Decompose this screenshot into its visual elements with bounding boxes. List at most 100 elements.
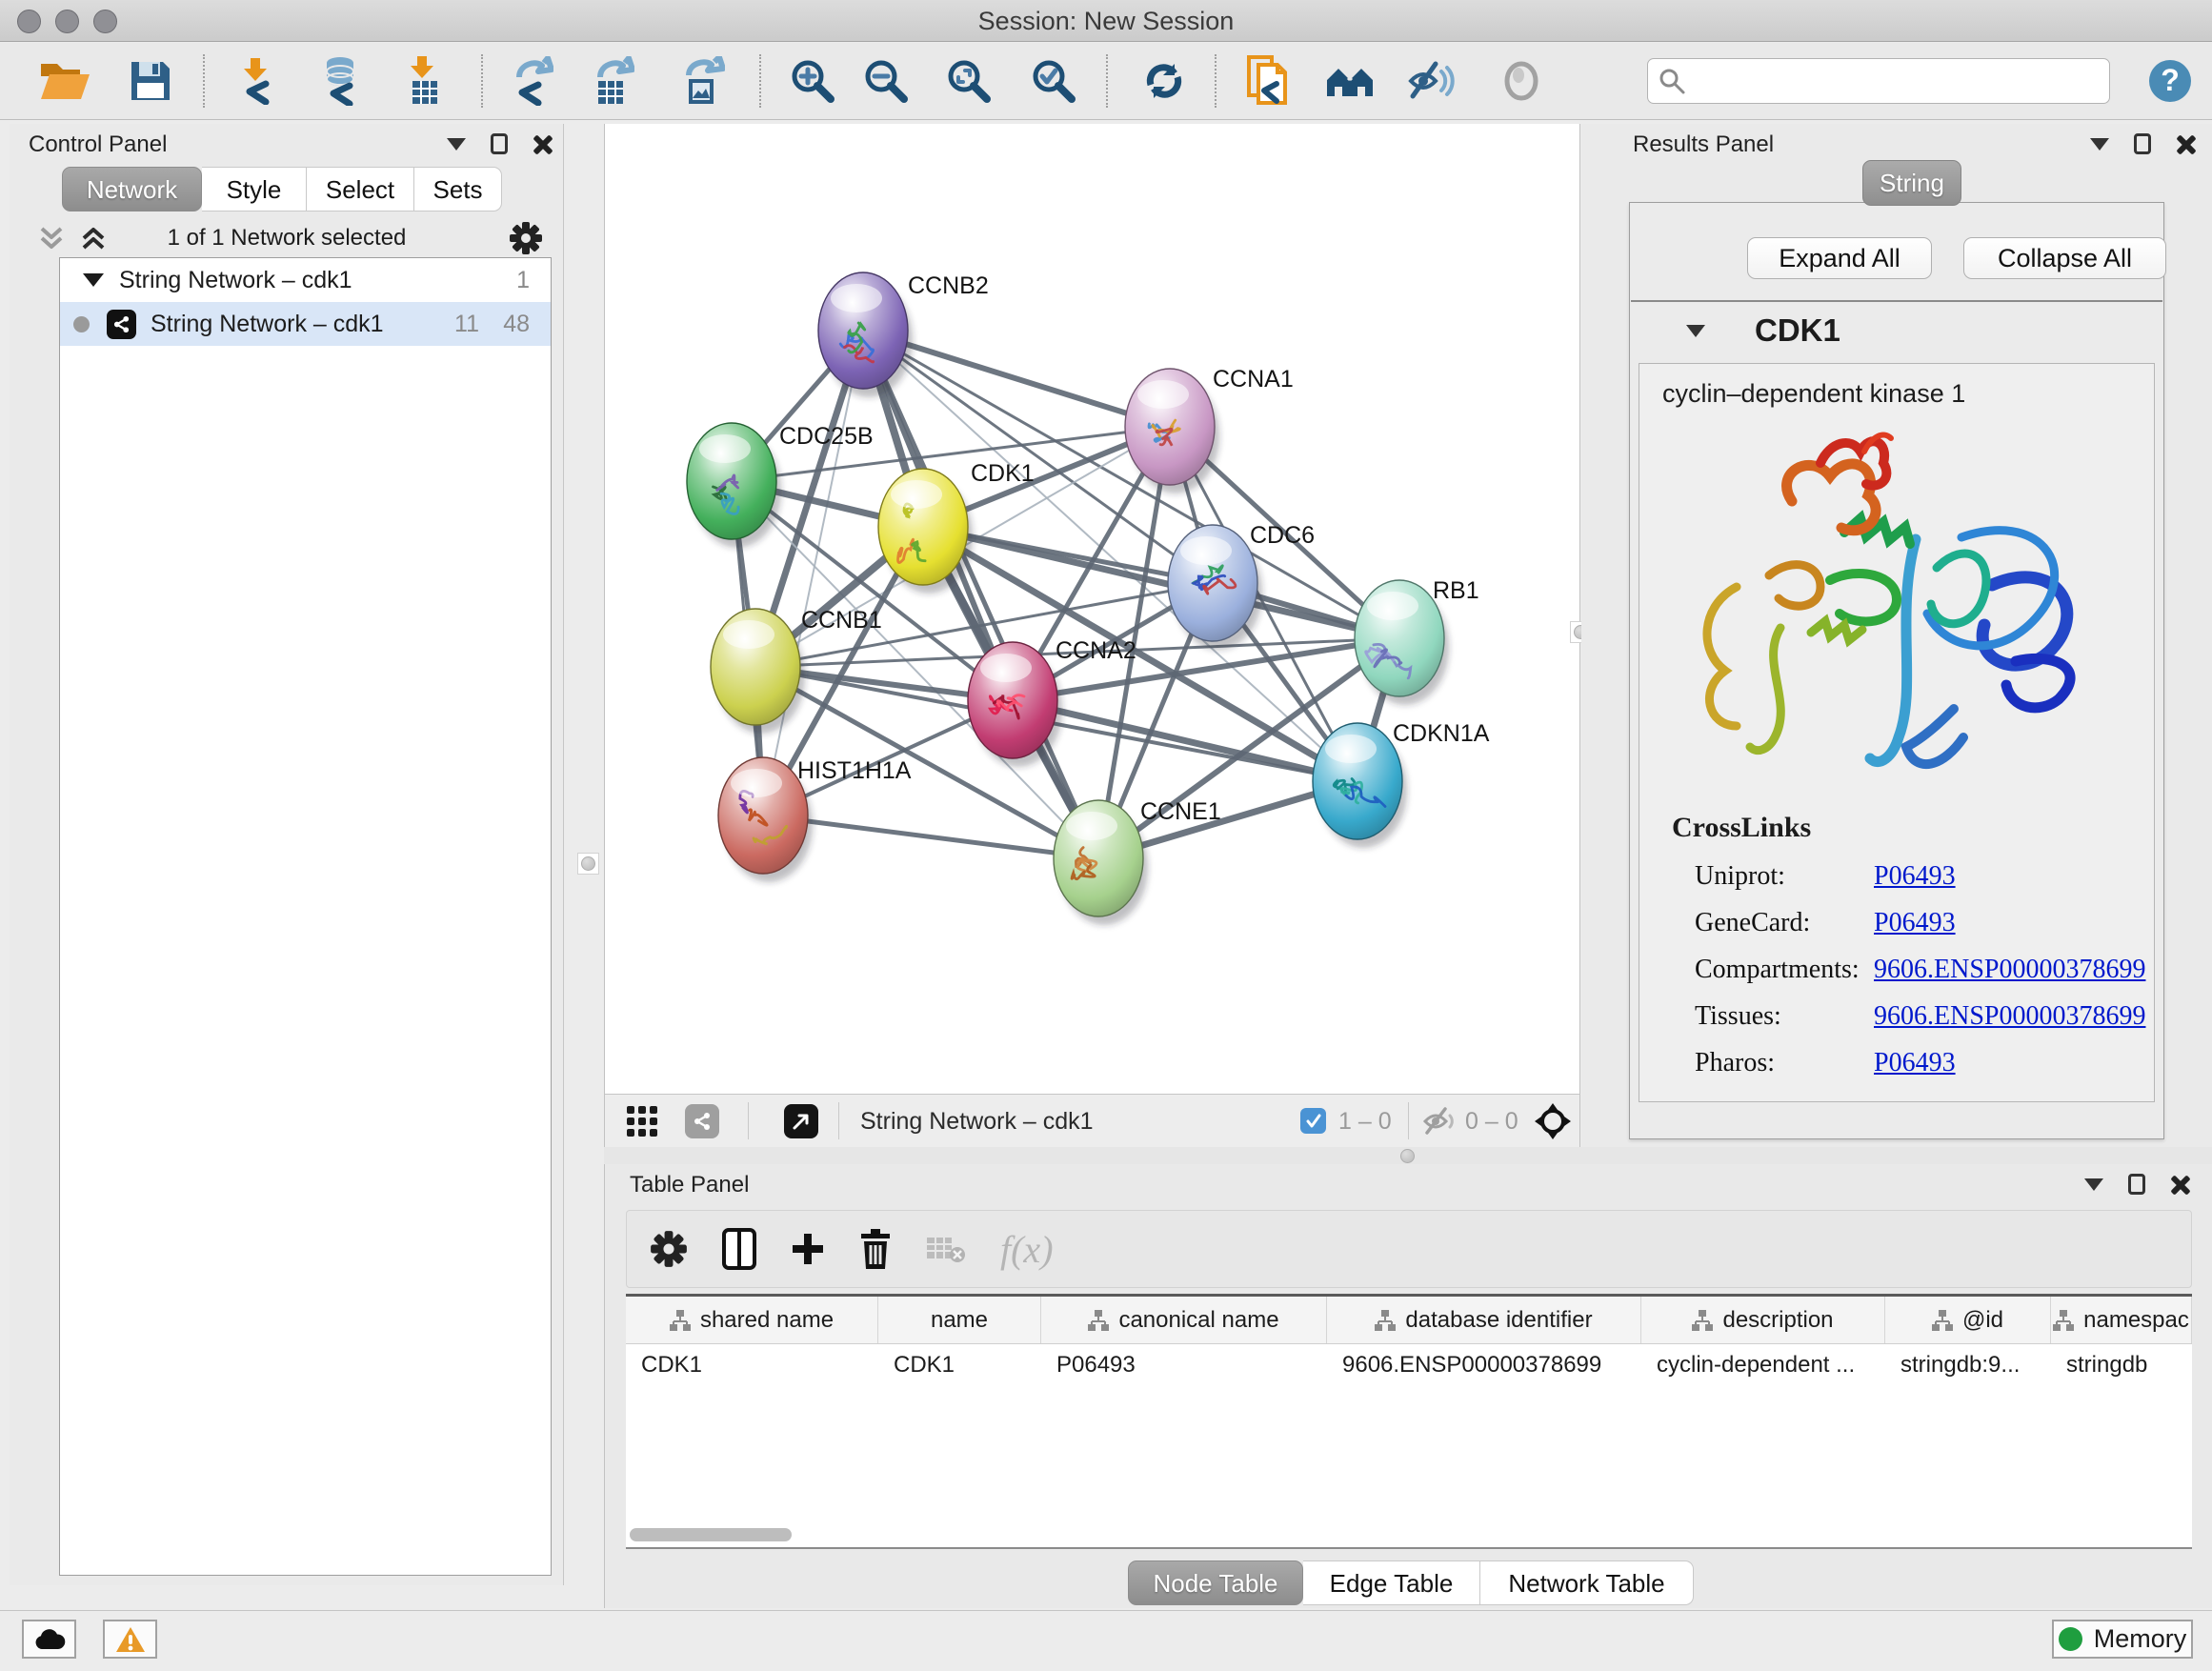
tree-expand-icon[interactable] bbox=[83, 273, 104, 287]
section-title: CDK1 bbox=[1755, 312, 1840, 349]
save-session-button[interactable] bbox=[113, 49, 188, 113]
zoom-fit-button[interactable] bbox=[932, 49, 1006, 113]
import-network-icon bbox=[233, 57, 277, 105]
column-header[interactable]: description bbox=[1641, 1297, 1885, 1343]
help-button[interactable]: ? bbox=[2133, 49, 2207, 113]
birdseye-navigator-icon[interactable] bbox=[1534, 1102, 1572, 1140]
table-cell[interactable]: 9606.ENSP00000378699 bbox=[1327, 1352, 1641, 1379]
network-node[interactable] bbox=[1168, 525, 1262, 650]
network-edge[interactable] bbox=[763, 815, 1098, 858]
node-table[interactable]: shared name name canonical namedatabase id… bbox=[626, 1294, 2192, 1549]
cdk1-section-header[interactable]: CDK1 bbox=[1631, 302, 2162, 359]
panel-close-icon[interactable] bbox=[2170, 1175, 2189, 1194]
open-in-window-icon[interactable] bbox=[784, 1104, 818, 1138]
column-label: name bbox=[931, 1307, 988, 1334]
import-network-button[interactable] bbox=[218, 49, 292, 113]
expand-all-button[interactable]: Expand All bbox=[1747, 237, 1932, 279]
search-input[interactable] bbox=[1686, 68, 2109, 94]
table-cell[interactable]: cyclin-dependent ... bbox=[1641, 1352, 1885, 1379]
column-header[interactable]: canonical name bbox=[1041, 1297, 1327, 1343]
network-node[interactable] bbox=[711, 609, 805, 734]
table-cell[interactable]: CDK1 bbox=[878, 1352, 1041, 1379]
left-splitter-handle[interactable] bbox=[577, 853, 599, 875]
network-snapshot-button[interactable] bbox=[1230, 49, 1304, 113]
zoom-in-button[interactable] bbox=[775, 49, 850, 113]
string-results-tab[interactable]: String bbox=[1862, 160, 1961, 206]
memory-status-dot bbox=[2059, 1627, 2082, 1651]
refresh-button[interactable] bbox=[1127, 49, 1201, 113]
table-cell[interactable]: CDK1 bbox=[626, 1352, 878, 1379]
import-table-button[interactable] bbox=[387, 49, 461, 113]
tab-node-table[interactable]: Node Table bbox=[1128, 1560, 1303, 1605]
delete-column-icon[interactable] bbox=[859, 1229, 892, 1269]
column-header[interactable]: database identifier bbox=[1327, 1297, 1641, 1343]
panel-close-icon[interactable] bbox=[2176, 134, 2195, 153]
crosslink-link[interactable]: P06493 bbox=[1874, 1048, 1956, 1078]
crosslink-link[interactable]: 9606.ENSP00000378699 bbox=[1874, 955, 2145, 985]
network-node[interactable] bbox=[878, 469, 973, 594]
panel-collapse-icon[interactable] bbox=[447, 138, 466, 151]
export-image-button[interactable] bbox=[666, 49, 740, 113]
show-columns-icon[interactable] bbox=[722, 1228, 756, 1270]
tab-select[interactable]: Select bbox=[307, 167, 414, 211]
table-cell[interactable]: stringdb:9... bbox=[1885, 1352, 2051, 1379]
network-collection-row[interactable]: String Network – cdk1 1 bbox=[60, 258, 551, 302]
column-header[interactable]: shared name bbox=[626, 1297, 878, 1343]
horizontal-scrollbar-thumb[interactable] bbox=[630, 1528, 792, 1541]
zoom-out-button[interactable] bbox=[849, 49, 923, 113]
open-file-button[interactable] bbox=[28, 49, 102, 113]
panel-float-icon[interactable] bbox=[491, 133, 508, 154]
network-node[interactable] bbox=[968, 642, 1062, 767]
network-node[interactable] bbox=[1054, 800, 1148, 925]
crosslink-link[interactable]: P06493 bbox=[1874, 908, 1956, 938]
panel-collapse-icon[interactable] bbox=[2090, 138, 2109, 151]
main-toolbar: ? bbox=[0, 43, 2212, 120]
horizontal-splitter[interactable] bbox=[604, 1147, 2212, 1164]
export-network-button[interactable] bbox=[494, 49, 569, 113]
warnings-button[interactable] bbox=[103, 1620, 157, 1659]
crosslink-row: Uniprot:P06493 bbox=[1695, 861, 2154, 892]
network-canvas[interactable]: CCNB2CCNA1CDC25BCDK1CDC6RB1CCNB1CCNA2CDK… bbox=[604, 124, 1580, 1094]
grid-view-icon[interactable] bbox=[626, 1105, 658, 1137]
network-badge-icon[interactable] bbox=[685, 1104, 719, 1138]
show-all-button[interactable] bbox=[1484, 49, 1558, 113]
import-database-button[interactable] bbox=[301, 49, 375, 113]
table-row[interactable]: CDK1CDK1P064939606.ENSP00000378699cyclin… bbox=[626, 1344, 2192, 1386]
crosslink-link[interactable]: 9606.ENSP00000378699 bbox=[1874, 1001, 2145, 1032]
memory-button[interactable]: Memory bbox=[2052, 1620, 2193, 1659]
crosslink-label: Compartments: bbox=[1695, 955, 1874, 985]
panel-float-icon[interactable] bbox=[2128, 1174, 2145, 1195]
export-table-button[interactable] bbox=[575, 49, 650, 113]
panel-float-icon[interactable] bbox=[2134, 133, 2151, 154]
panel-collapse-icon[interactable] bbox=[2084, 1178, 2103, 1191]
tab-style[interactable]: Style bbox=[202, 167, 307, 211]
hide-selected-button[interactable] bbox=[1395, 49, 1469, 113]
selected-checkbox[interactable] bbox=[1300, 1108, 1326, 1134]
table-settings-gear-icon[interactable] bbox=[650, 1230, 688, 1268]
cloud-button[interactable] bbox=[22, 1620, 76, 1659]
network-selection-status: 1 of 1 Network selected bbox=[10, 225, 564, 252]
warning-icon bbox=[115, 1626, 146, 1653]
tab-network-table[interactable]: Network Table bbox=[1480, 1560, 1694, 1605]
gear-icon[interactable] bbox=[509, 221, 543, 255]
panel-close-icon[interactable] bbox=[533, 134, 552, 153]
network-node[interactable] bbox=[818, 272, 913, 397]
collapse-all-button[interactable]: Collapse All bbox=[1963, 237, 2166, 279]
tab-edge-table[interactable]: Edge Table bbox=[1303, 1560, 1480, 1605]
section-collapse-icon[interactable] bbox=[1686, 325, 1705, 337]
crosslink-link[interactable]: P06493 bbox=[1874, 861, 1956, 892]
network-row[interactable]: String Network – cdk1 11 48 bbox=[60, 302, 551, 346]
column-header[interactable]: namespac bbox=[2051, 1297, 2192, 1343]
table-cell[interactable]: P06493 bbox=[1041, 1352, 1327, 1379]
tab-network[interactable]: Network bbox=[62, 167, 202, 211]
zoom-selected-button[interactable] bbox=[1016, 49, 1091, 113]
first-neighbors-button[interactable] bbox=[1313, 49, 1387, 113]
column-header[interactable]: @id bbox=[1885, 1297, 2051, 1343]
collection-count: 1 bbox=[516, 267, 530, 294]
add-column-icon[interactable] bbox=[791, 1232, 825, 1266]
network-node[interactable] bbox=[1125, 369, 1219, 493]
tab-sets[interactable]: Sets bbox=[414, 167, 502, 211]
network-type-icon bbox=[107, 310, 136, 339]
column-header[interactable]: name bbox=[878, 1297, 1041, 1343]
table-cell[interactable]: stringdb bbox=[2051, 1352, 2192, 1379]
